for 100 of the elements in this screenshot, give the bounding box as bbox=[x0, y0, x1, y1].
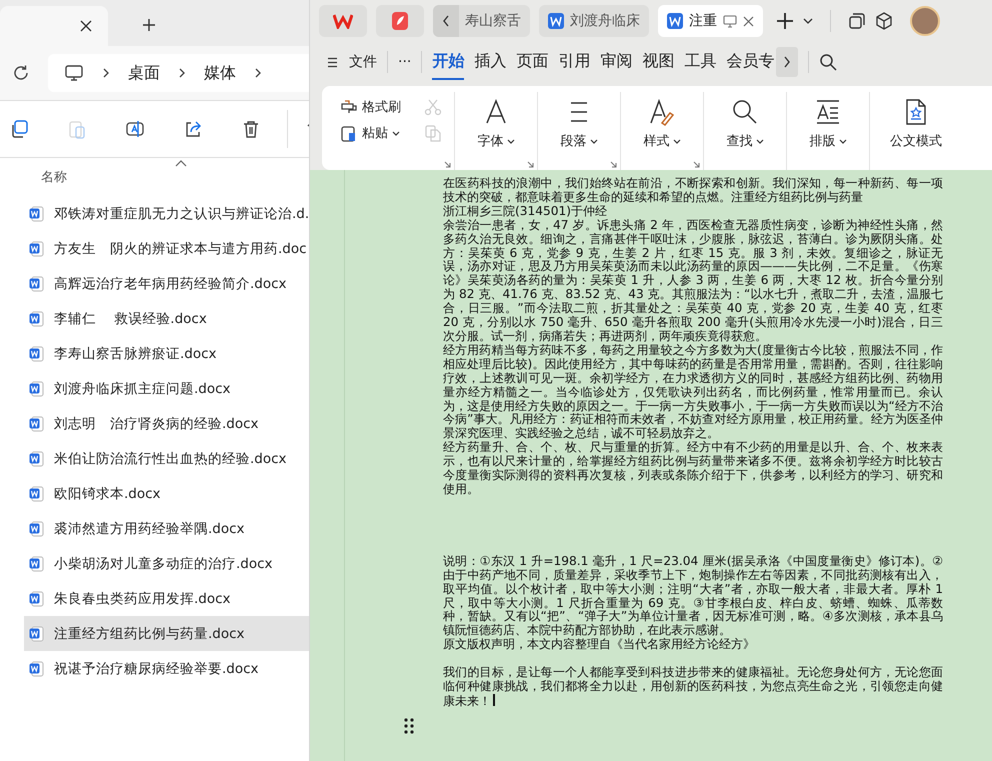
format-painter-button[interactable]: 格式刷 bbox=[340, 98, 401, 116]
caret-icon bbox=[392, 130, 400, 136]
ribbon-tab[interactable]: 审阅 bbox=[600, 44, 632, 80]
chevron-icon bbox=[254, 67, 262, 79]
file-row[interactable]: 刘渡舟临床抓主症问题.docx bbox=[24, 371, 309, 406]
paste-icon bbox=[340, 124, 358, 142]
chevron-icon bbox=[102, 67, 110, 79]
scroll-right-button[interactable] bbox=[776, 47, 798, 77]
ribbon-button[interactable]: 排版 bbox=[810, 92, 846, 170]
file-row[interactable]: 朱良春虫类药应用发挥.docx bbox=[24, 581, 309, 616]
dialog-launcher-icon[interactable] bbox=[444, 161, 451, 168]
word-document-icon bbox=[29, 486, 44, 502]
word-document-icon bbox=[29, 276, 44, 292]
windows-icon[interactable] bbox=[848, 12, 866, 30]
file-row[interactable]: 注重经方组药比例与药量.docx bbox=[24, 616, 309, 651]
menu-icon bbox=[328, 56, 339, 68]
breadcrumb-item[interactable]: 桌面 bbox=[128, 62, 160, 84]
file-row[interactable]: 小柴胡汤对儿童多动症的治疗.docx bbox=[24, 546, 309, 581]
ribbon-button[interactable]: 样式 bbox=[644, 92, 680, 170]
paragraph: 我们的目标，是让每一个人都能享受到科技进步带来的健康福祉。无论您身处何方，无论您面临何种健康挑战，我们都将全力以赴，用创新的医药科技，为您点亮生命之光，引领您走向健康未来！ bbox=[443, 666, 943, 709]
paragraph: 经方药量升、合、个、枚、尺与重量的折算。经方中有不少药的用量是以升、合、个、枚来表示，也有以尺来计量的，给掌握经方组药比例与药量带来诸多不便。兹将余初学经方时比较古今度量衡实际测得的资料再次复核，列表或条陈介绍于下，供参考，以利经方的学习、研究和使用。 bbox=[443, 441, 943, 497]
ribbon-tab[interactable]: 视图 bbox=[642, 44, 674, 80]
refresh-icon[interactable] bbox=[12, 64, 30, 82]
drag-handle-icon[interactable] bbox=[403, 717, 415, 735]
monitor-icon bbox=[723, 14, 737, 28]
dialog-launcher-icon[interactable] bbox=[527, 161, 534, 168]
new-tab-icon[interactable] bbox=[142, 18, 156, 32]
app-button[interactable] bbox=[376, 5, 424, 37]
paragraph: 原文版权声明，本文内容整理自《当代名家用经方论经方》 bbox=[443, 638, 756, 652]
new-tab-icon[interactable] bbox=[776, 12, 794, 30]
ribbon-button[interactable]: 公文模式 bbox=[890, 92, 942, 170]
paste-button[interactable]: 粘贴 bbox=[340, 124, 400, 142]
ribbon-button[interactable]: 字体 bbox=[478, 92, 514, 170]
find-icon bbox=[731, 98, 759, 126]
chevron-down-icon[interactable] bbox=[803, 18, 813, 24]
ribbon-tab[interactable]: 页面 bbox=[516, 44, 548, 80]
file-row[interactable]: 欧阳锜求本.docx bbox=[24, 476, 309, 511]
ribbon-tab[interactable]: 工具 bbox=[684, 44, 716, 80]
caret-icon bbox=[756, 138, 764, 144]
breadcrumb-item[interactable]: 媒体 bbox=[204, 62, 236, 84]
file-row[interactable]: 米伯让防治流行性出血热的经验.docx bbox=[24, 441, 309, 476]
ribbon-tab[interactable]: 插入 bbox=[474, 44, 506, 80]
chevron-left-icon bbox=[442, 14, 450, 28]
ribbon-tab[interactable]: 开始 bbox=[432, 44, 464, 80]
wps-logo-button[interactable] bbox=[319, 5, 367, 37]
word-document-icon bbox=[29, 556, 44, 572]
avatar[interactable] bbox=[910, 6, 940, 36]
document-tab[interactable]: 注重 bbox=[658, 5, 763, 37]
chevron-icon bbox=[178, 67, 186, 79]
word-document-icon bbox=[29, 346, 44, 362]
caret-icon bbox=[590, 138, 598, 144]
paragraph: 浙江桐乡三院(314501)于仲经 bbox=[443, 204, 608, 219]
dialog-launcher-icon[interactable] bbox=[610, 161, 617, 168]
caret-icon bbox=[175, 160, 187, 167]
paragraph: 经方用药精当每方药味不多，每药之用量较之今方多数为大(度量衡古今比较，煎服法不同，作相应处理后比较)。因此使用经方，其中每味药的药量是否用常用量，需斟酌。否则，往往影响疗效，上述教训可见一斑。余初学经方，在力求透彻方义的同时，甚感经方组药比例、药物用量亦经方精髓之一。当今临诊处方，仅凭歌诀列出药名，而比例药量，惟常用量而已。余认为，这是使用经方失败的原因之一。于一病一方失败事小，于一病一方失败而误以为“经方不治今病”事大。凡用经方：药证相符而未效者，不妨查对经方原用量，校正用药量。经方为医圣仲景深究医理、实践经验之总结，诚不可轻易放弃之。 bbox=[443, 344, 943, 440]
close-icon[interactable] bbox=[80, 20, 92, 32]
word-document-icon bbox=[29, 450, 44, 466]
file-row[interactable]: 邓铁涛对重症肌无力之认识与辨证论治.d. bbox=[24, 196, 309, 231]
ribbon-tab[interactable]: 会员专 bbox=[726, 44, 774, 80]
paragraph: 在医药科技的浪潮中，我们始终站在前沿，不断探索和创新。我们深知，每一种新药、每一项技术的突破，都意味着更多生命的延续和希望的点燃。注重经方组药比例与药量 bbox=[443, 177, 943, 205]
monitor-icon bbox=[64, 63, 84, 83]
file-row[interactable]: 李寿山察舌脉辨瘀证.docx bbox=[24, 336, 309, 371]
document-tab[interactable]: 寿山察舌 bbox=[433, 5, 530, 37]
word-document-icon bbox=[548, 13, 564, 29]
file-row[interactable]: 高辉远治疗老年病用药经验简介.docx bbox=[24, 266, 309, 301]
file-row[interactable]: 祝谌予治疗糖尿病经验举要.docx bbox=[24, 651, 309, 686]
ribbon-button[interactable]: 查找 bbox=[726, 92, 764, 170]
caret-icon bbox=[672, 138, 680, 144]
word-document-icon bbox=[29, 240, 44, 256]
word-document-icon bbox=[29, 206, 44, 222]
delete-icon[interactable] bbox=[241, 119, 261, 139]
more-button[interactable]: ··· bbox=[398, 54, 412, 70]
dialog-launcher-icon[interactable] bbox=[693, 161, 700, 168]
file-row[interactable]: 方友生 阴火的辨证求本与遣方用药.doc bbox=[24, 231, 309, 266]
word-document-icon bbox=[29, 416, 44, 432]
cube-icon[interactable] bbox=[875, 12, 893, 30]
word-document-icon bbox=[29, 310, 44, 326]
search-icon[interactable] bbox=[819, 53, 838, 71]
format-painter-icon bbox=[340, 98, 358, 116]
file-menu[interactable]: 文件 bbox=[328, 53, 377, 71]
close-icon[interactable] bbox=[743, 16, 754, 26]
chevron-right-icon bbox=[783, 55, 792, 69]
logo-icon bbox=[333, 13, 353, 29]
paragraph: 余尝治一患者，女，47 岁。诉患头痛 2 年，西医检查无器质性病变，诊断为神经性头痛，然多药久治无良效。细询之，言痛甚伴干呕吐沫，少腹胀，脉弦迟，苔薄白。诊为厥阴头痛。处方：吴茱萸 6 克，党参 9 克，生姜 2 片，红枣 15 克。服 3 剂，未效。复细诊之，脉证无误，汤亦对证，思及乃方用吴茱萸汤而未以此汤药量的原因———失比例，二不足量。《伤寒论》吴茱萸汤各药的量为：吴茱萸 1 升，人参 3 两，生姜 6 两，大枣 12 枚。折合今量分别为 82 克、41.76 克、83.52 克、43 克。其煎服法为：“以水七升，煮取二升，去渣，温服七合，日三服。”而今法取二煎，折其量处之：吴茱萸 40 克，党参 20 克，生姜 40 克，红枣 20 克，分别以水 750 毫升、650 毫升各煎取 200 毫升(头煎用冷水先浸一小时)混合，日三次分服。试一剂，病痛若失；再进两剂，两年顽疾竟得获愈。 bbox=[443, 218, 943, 344]
document-tab[interactable]: 刘渡舟临床 bbox=[539, 5, 649, 37]
caret-icon bbox=[506, 138, 514, 144]
file-row[interactable]: 李辅仁 救误经验.docx bbox=[24, 301, 309, 336]
file-row[interactable]: 裘沛然遣方用药经验举隅.docx bbox=[24, 511, 309, 546]
text-cursor bbox=[493, 694, 494, 706]
layout-icon bbox=[814, 98, 842, 126]
word-document-icon bbox=[29, 380, 44, 396]
address-bar[interactable]: 桌面 媒体 bbox=[48, 54, 309, 92]
column-header[interactable]: 名称 bbox=[41, 168, 67, 186]
ribbon-button[interactable]: 段落 bbox=[560, 92, 598, 170]
rename-icon[interactable] bbox=[125, 119, 145, 139]
word-document-icon bbox=[29, 520, 44, 536]
file-row[interactable]: 刘志明 治疗肾炎病的经验.docx bbox=[24, 406, 309, 441]
ribbon-tab[interactable]: 引用 bbox=[558, 44, 590, 80]
style-icon bbox=[648, 98, 676, 126]
leaf-icon bbox=[392, 12, 408, 30]
